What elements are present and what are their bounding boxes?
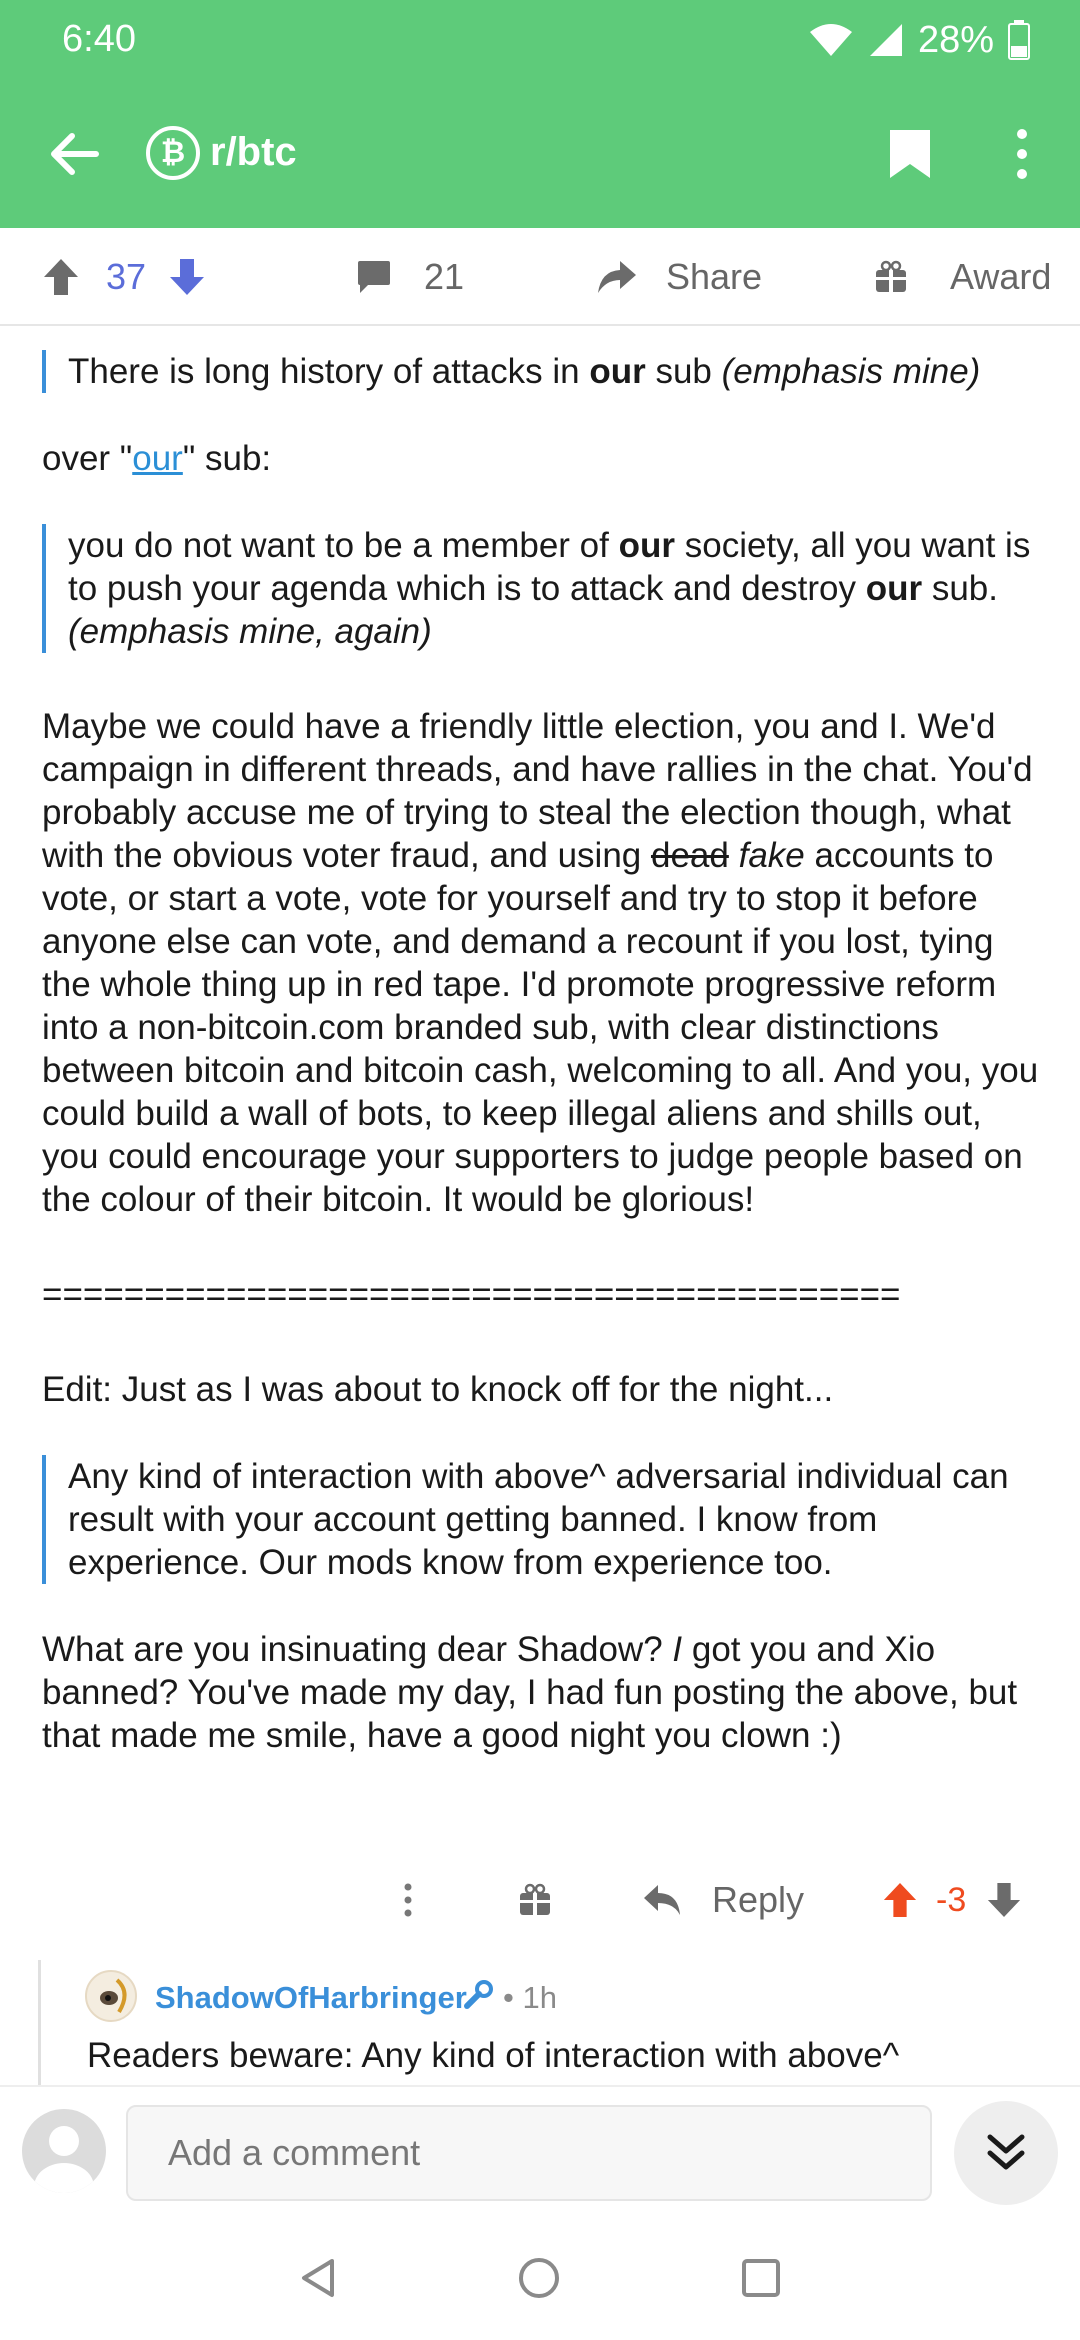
expand-comments-button[interactable] xyxy=(954,2101,1058,2205)
comment-score: -3 xyxy=(936,1880,967,1919)
avatar-face-icon xyxy=(100,1978,127,2014)
gift-icon xyxy=(520,1883,550,1915)
share-label: Share xyxy=(666,256,763,297)
strikethrough-text: dead xyxy=(650,836,729,875)
status-right: 28% xyxy=(808,18,1030,62)
battery-icon xyxy=(1008,20,1030,60)
paragraph-over: over "our" sub: xyxy=(42,437,1042,480)
comment-action-bar: Reply -3 xyxy=(0,1860,1080,1940)
comment-body: There is long history of attacks in our … xyxy=(42,350,1042,1757)
back-arrow-icon[interactable] xyxy=(42,122,106,186)
downvote-icon[interactable] xyxy=(168,257,206,297)
post-action-bar: 37 21 Share Award xyxy=(0,228,1080,326)
reply-icon xyxy=(644,1885,680,1915)
italic-text: (emphasis mine) xyxy=(721,352,981,391)
user-avatar[interactable] xyxy=(85,1970,137,2022)
award-button[interactable]: Award xyxy=(874,228,1051,326)
bold-text: our xyxy=(618,526,675,565)
add-comment-input[interactable]: Add a comment xyxy=(126,2105,932,2201)
blockquote-3: Any kind of interaction with above^ adve… xyxy=(42,1455,1042,1584)
toolbar: ₿ r/btc xyxy=(0,110,1080,200)
moderator-wrench-icon xyxy=(464,1980,493,2009)
our-link[interactable]: our xyxy=(132,439,183,478)
italic-text: I xyxy=(672,1630,683,1669)
text: There is long history of attacks in xyxy=(68,352,590,391)
comment-icon xyxy=(358,261,390,293)
text: over " xyxy=(42,439,133,478)
gift-icon xyxy=(876,260,906,292)
double-chevron-down-icon xyxy=(987,2134,1025,2170)
status-bar: 6:40 28% xyxy=(0,0,1080,80)
text xyxy=(729,836,739,875)
bitcoin-icon: ₿ xyxy=(146,126,200,180)
reply-button[interactable]: Reply xyxy=(642,1860,804,1940)
wifi-icon xyxy=(809,24,852,56)
blockquote-1: There is long history of attacks in our … xyxy=(42,350,1042,393)
italic-text: (emphasis mine, again) xyxy=(68,612,432,651)
comments-count: 21 xyxy=(424,256,465,297)
nav-recents-icon[interactable] xyxy=(740,2257,782,2299)
reply-label: Reply xyxy=(712,1879,805,1920)
reply-username[interactable]: ShadowOfHarbringer xyxy=(155,1980,467,2016)
paragraph-final: What are you insinuating dear Shadow? I … xyxy=(42,1628,1042,1757)
share-button[interactable]: Share xyxy=(596,228,762,326)
comments-button[interactable]: 21 xyxy=(356,228,464,326)
vertical-dots-icon xyxy=(404,1883,412,1917)
system-nav-bar xyxy=(0,2215,1080,2340)
my-avatar[interactable] xyxy=(22,2109,106,2193)
separator-line: ========================================… xyxy=(42,1275,902,1314)
bold-text: our xyxy=(589,352,646,391)
text: accounts to vote, or start a vote, vote … xyxy=(42,836,1039,1219)
more-options-icon[interactable] xyxy=(1006,126,1038,182)
reply-comment[interactable]: ShadowOfHarbringer • 1h Readers beware: … xyxy=(38,1960,1080,2085)
text: sub. xyxy=(922,569,998,608)
status-time: 6:40 xyxy=(62,18,136,60)
text: What are you insinuating dear Shadow? xyxy=(42,1630,673,1669)
nav-back-icon[interactable] xyxy=(298,2257,340,2299)
text: you do not want to be a member of xyxy=(68,526,619,565)
subreddit-name[interactable]: r/btc xyxy=(210,130,297,175)
text: sub xyxy=(645,352,722,391)
reply-text: Readers beware: Any kind of interaction … xyxy=(87,2036,900,2075)
battery-percent: 28% xyxy=(917,18,994,61)
comment-more-button[interactable] xyxy=(400,1860,416,1940)
share-icon xyxy=(598,261,636,293)
italic-text: fake xyxy=(738,836,805,875)
default-avatar-icon xyxy=(34,2126,94,2193)
comment-input-bar: Add a comment xyxy=(0,2085,1080,2215)
comment-vote-group: -3 xyxy=(882,1860,1022,1940)
blockquote-2: you do not want to be a member of our so… xyxy=(42,524,1042,653)
nav-home-icon[interactable] xyxy=(518,2257,560,2299)
comment-award-button[interactable] xyxy=(518,1860,552,1940)
downvote-icon[interactable] xyxy=(986,1881,1022,1919)
text: " sub: xyxy=(182,439,272,478)
vote-group: 37 xyxy=(42,228,206,326)
paragraph-edit: Edit: Just as I was about to knock off f… xyxy=(42,1370,834,1409)
post-score: 37 xyxy=(106,256,147,297)
app-bar: 6:40 28% ₿ r/btc xyxy=(0,0,1080,228)
upvote-icon[interactable] xyxy=(882,1881,918,1919)
signal-icon xyxy=(869,24,902,56)
reply-time: • 1h xyxy=(503,1980,557,2015)
bookmark-icon[interactable] xyxy=(888,128,932,180)
bold-text: our xyxy=(865,569,923,608)
upvote-icon[interactable] xyxy=(42,257,80,297)
award-label: Award xyxy=(950,256,1052,297)
paragraph-election: Maybe we could have a friendly little el… xyxy=(42,705,1042,1221)
